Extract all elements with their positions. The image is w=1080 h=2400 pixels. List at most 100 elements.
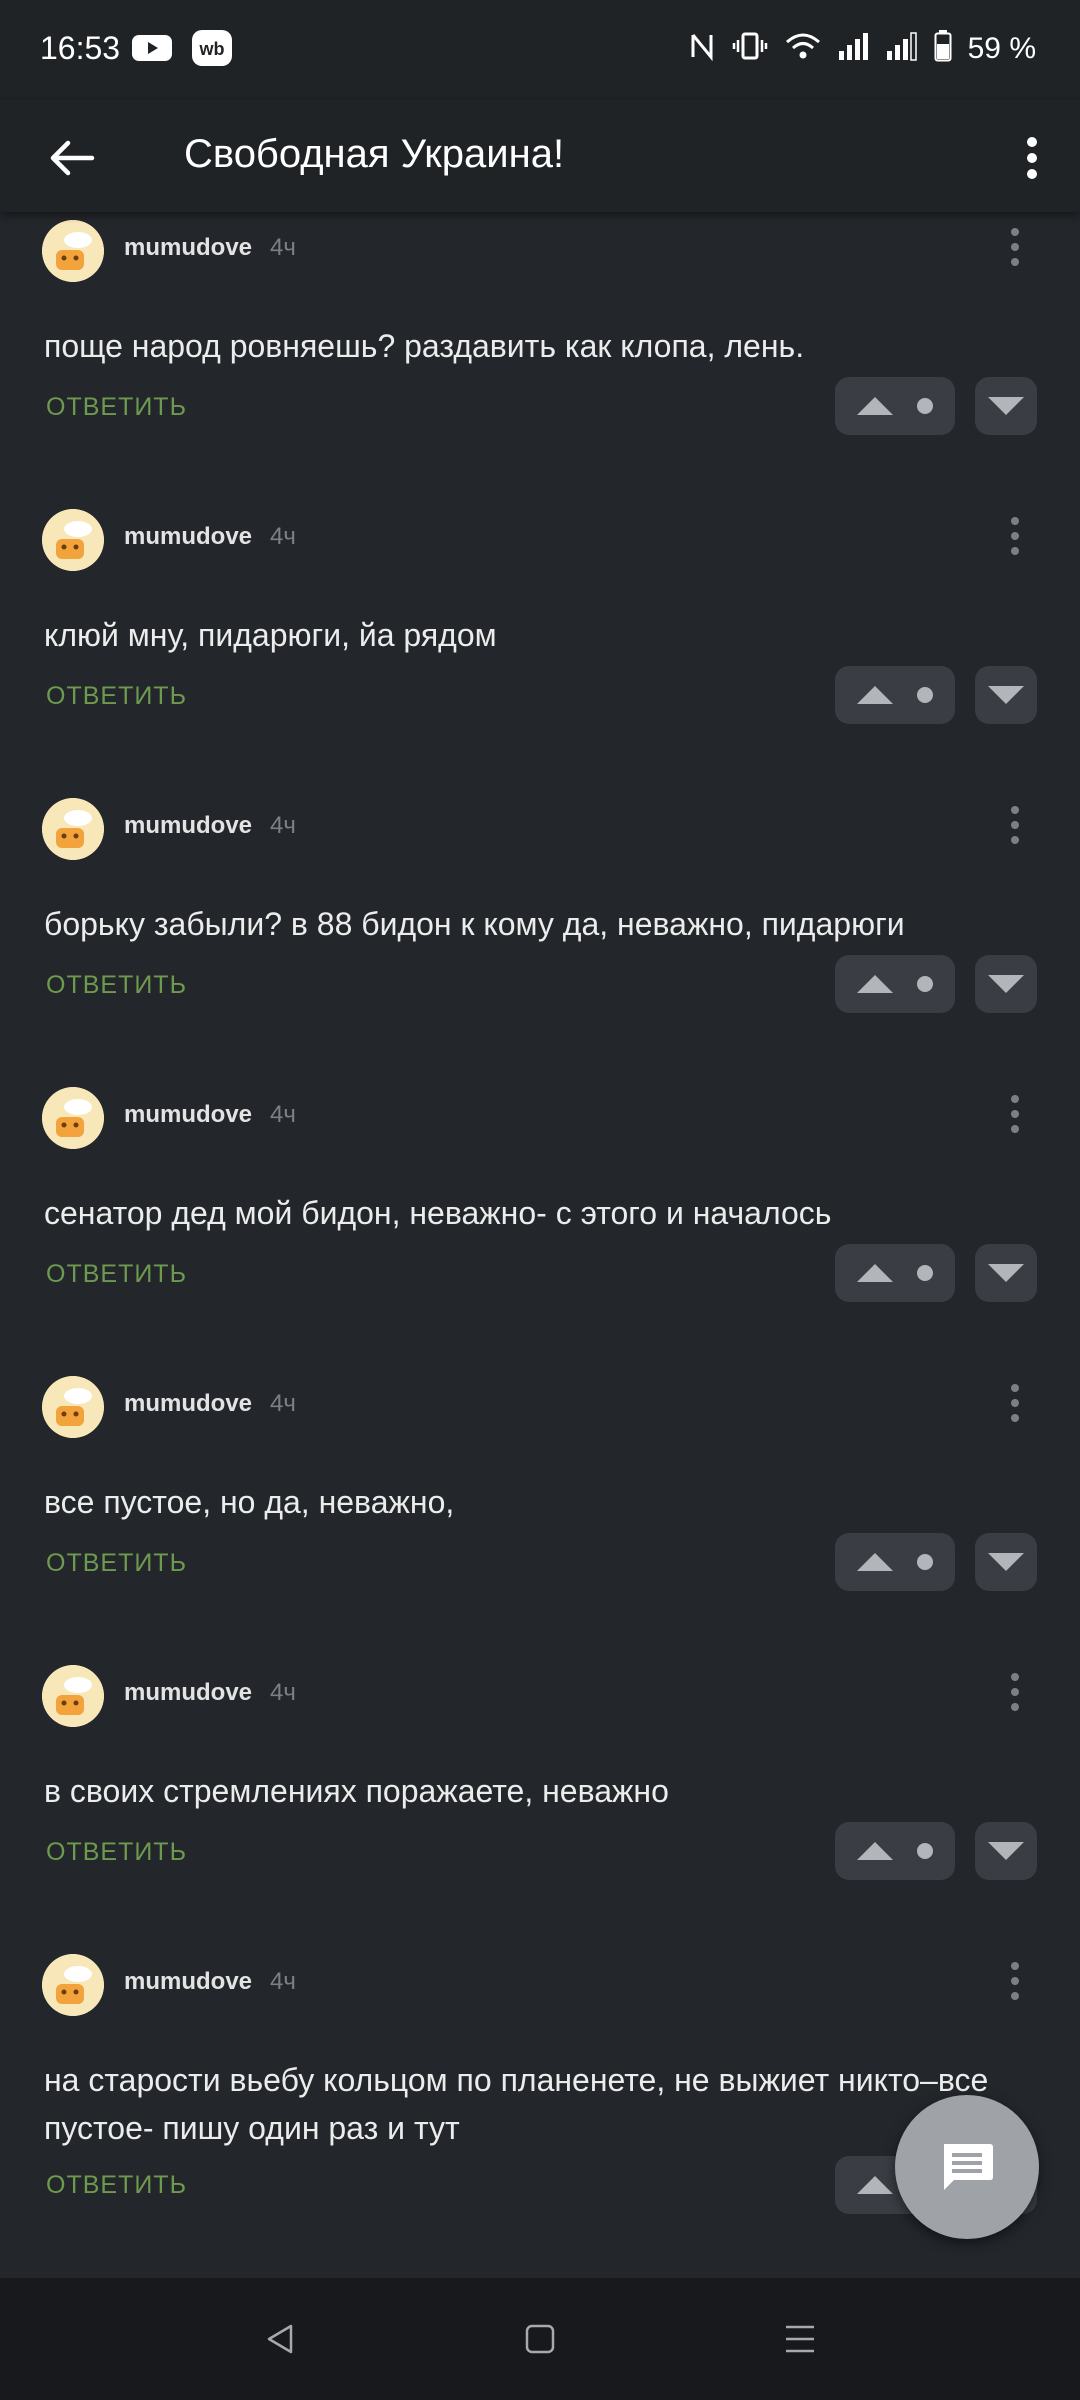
arrow-down-icon bbox=[988, 1842, 1024, 1860]
nav-recents-button[interactable] bbox=[770, 2314, 830, 2364]
comment-more-button[interactable] bbox=[1000, 1667, 1030, 1717]
comment-text: клюй мну, пидарюги, йа рядом bbox=[44, 617, 497, 653]
comment-more-button[interactable] bbox=[1000, 511, 1030, 561]
arrow-up-icon bbox=[857, 686, 893, 704]
more-vert-icon bbox=[1027, 137, 1037, 179]
upvote-button[interactable] bbox=[835, 1244, 955, 1302]
add-comment-fab[interactable] bbox=[895, 2095, 1039, 2239]
avatar[interactable] bbox=[42, 798, 104, 860]
comment-more-button[interactable] bbox=[1000, 800, 1030, 850]
wildberries-label: wb bbox=[199, 39, 225, 59]
more-vert-icon bbox=[1011, 806, 1019, 844]
overflow-menu-button[interactable] bbox=[1002, 124, 1062, 192]
downvote-button[interactable] bbox=[975, 1822, 1037, 1880]
comment-text: в своих стремлениях поражаете, неважно bbox=[44, 1773, 669, 1809]
arrow-down-icon bbox=[988, 1264, 1024, 1282]
youtube-icon bbox=[132, 30, 172, 66]
downvote-button[interactable] bbox=[975, 1533, 1037, 1591]
status-system-icons: 59 % bbox=[688, 30, 1036, 67]
back-triangle-icon bbox=[267, 2324, 293, 2354]
rating-dot bbox=[917, 1843, 933, 1859]
home-square-icon bbox=[525, 2324, 555, 2354]
more-vert-icon bbox=[1011, 1384, 1019, 1422]
recents-menu-icon bbox=[786, 2325, 814, 2353]
downvote-button[interactable] bbox=[975, 377, 1037, 435]
system-nav-bar bbox=[0, 2278, 1080, 2400]
reply-button[interactable]: ОТВЕТИТЬ bbox=[46, 971, 187, 1000]
comment-author[interactable]: mumudove bbox=[124, 234, 252, 262]
comment-text: на старости вьебу кольцом по планенете, … bbox=[44, 2062, 989, 2146]
comment-author[interactable]: mumudove bbox=[124, 1390, 252, 1418]
more-vert-icon bbox=[1011, 228, 1019, 266]
comment-time: 4ч bbox=[270, 1101, 296, 1128]
wildberries-icon: wb bbox=[192, 30, 232, 66]
comment-time: 4ч bbox=[270, 812, 296, 839]
page-title: Свободная Украина! bbox=[184, 132, 565, 176]
avatar[interactable] bbox=[42, 1376, 104, 1438]
comment-author[interactable]: mumudove bbox=[124, 1968, 252, 1996]
arrow-up-icon bbox=[857, 2176, 893, 2194]
arrow-up-icon bbox=[857, 1264, 893, 1282]
reply-button[interactable]: ОТВЕТИТЬ bbox=[46, 2171, 187, 2200]
upvote-button[interactable] bbox=[835, 1533, 955, 1591]
upvote-button[interactable] bbox=[835, 955, 955, 1013]
avatar[interactable] bbox=[42, 220, 104, 282]
signal-icon bbox=[886, 31, 918, 66]
avatar[interactable] bbox=[42, 1954, 104, 2016]
reply-button[interactable]: ОТВЕТИТЬ bbox=[46, 682, 187, 711]
arrow-down-icon bbox=[988, 397, 1024, 415]
wifi-icon bbox=[784, 31, 822, 66]
comment-author[interactable]: mumudove bbox=[124, 1679, 252, 1707]
rating-dot bbox=[917, 1265, 933, 1281]
comment-more-button[interactable] bbox=[1000, 1378, 1030, 1428]
comment-icon bbox=[944, 2144, 993, 2190]
battery-percent: 59 % bbox=[967, 31, 1036, 65]
nfc-icon bbox=[688, 31, 716, 66]
status-bar: 16:53 wb 59 % bbox=[0, 0, 1080, 100]
reply-button[interactable]: ОТВЕТИТЬ bbox=[46, 1549, 187, 1578]
comment-time: 4ч bbox=[270, 234, 296, 261]
reply-button[interactable]: ОТВЕТИТЬ bbox=[46, 1838, 187, 1867]
app-toolbar: Свободная Украина! bbox=[0, 100, 1080, 212]
comment-text: все пустое, но да, неважно, bbox=[44, 1484, 455, 1520]
back-button[interactable] bbox=[38, 124, 106, 192]
rating-dot bbox=[917, 1554, 933, 1570]
comment-more-button[interactable] bbox=[1000, 1089, 1030, 1139]
comment-time: 4ч bbox=[270, 1968, 296, 1995]
rating-dot bbox=[917, 976, 933, 992]
comment-author[interactable]: mumudove bbox=[124, 1101, 252, 1129]
status-app-icons: wb bbox=[132, 30, 232, 66]
avatar[interactable] bbox=[42, 1087, 104, 1149]
comment-time: 4ч bbox=[270, 523, 296, 550]
comment-more-button[interactable] bbox=[1000, 1956, 1030, 2006]
nav-back-button[interactable] bbox=[250, 2314, 310, 2364]
arrow-down-icon bbox=[988, 975, 1024, 993]
upvote-button[interactable] bbox=[835, 1822, 955, 1880]
arrow-down-icon bbox=[988, 686, 1024, 704]
more-vert-icon bbox=[1011, 1962, 1019, 2000]
signal-icon bbox=[838, 31, 870, 66]
status-time: 16:53 bbox=[40, 30, 121, 66]
avatar[interactable] bbox=[42, 509, 104, 571]
arrow-up-icon bbox=[857, 975, 893, 993]
comment-more-button[interactable] bbox=[1000, 222, 1030, 272]
reply-button[interactable]: ОТВЕТИТЬ bbox=[46, 393, 187, 422]
battery-icon bbox=[934, 30, 952, 67]
reply-button[interactable]: ОТВЕТИТЬ bbox=[46, 1260, 187, 1289]
downvote-button[interactable] bbox=[975, 666, 1037, 724]
arrow-up-icon bbox=[857, 397, 893, 415]
downvote-button[interactable] bbox=[975, 955, 1037, 1013]
more-vert-icon bbox=[1011, 1673, 1019, 1711]
comment-author[interactable]: mumudove bbox=[124, 523, 252, 551]
upvote-button[interactable] bbox=[835, 666, 955, 724]
upvote-button[interactable] bbox=[835, 377, 955, 435]
more-vert-icon bbox=[1011, 1095, 1019, 1133]
vibrate-icon bbox=[732, 31, 768, 66]
avatar[interactable] bbox=[42, 1665, 104, 1727]
comment-author[interactable]: mumudove bbox=[124, 812, 252, 840]
comment-text: поще народ ровняешь? раздавить как клопа… bbox=[44, 328, 805, 364]
downvote-button[interactable] bbox=[975, 1244, 1037, 1302]
more-vert-icon bbox=[1011, 517, 1019, 555]
nav-home-button[interactable] bbox=[510, 2314, 570, 2364]
comment-text: борьку забыли? в 88 бидон к кому да, нев… bbox=[44, 906, 905, 942]
